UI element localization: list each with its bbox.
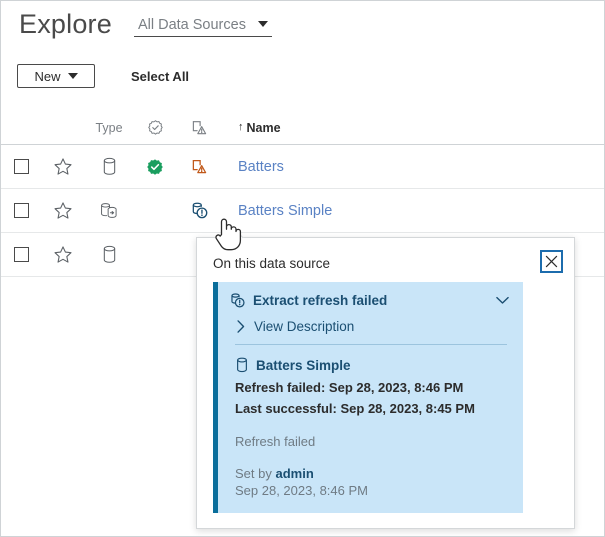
- certification-icon: [147, 119, 164, 136]
- close-icon: [545, 255, 558, 268]
- last-successful-line: Last successful: Sep 28, 2023, 8:45 PM: [218, 400, 523, 417]
- select-all-button[interactable]: Select All: [131, 69, 189, 84]
- sort-ascending-icon: ↑: [238, 122, 244, 133]
- page-header: Explore All Data Sources: [19, 7, 272, 41]
- alert-data-source-row: Batters Simple: [218, 345, 523, 373]
- extract-refresh-alert-card: Extract refresh failed View Description …: [213, 282, 523, 513]
- row-type-cell: [85, 201, 133, 220]
- table-row[interactable]: Batters: [1, 145, 605, 189]
- row-checkbox[interactable]: [14, 247, 29, 262]
- column-header-certification[interactable]: [133, 119, 177, 136]
- row-name-cell: Batters Simple: [221, 203, 605, 219]
- view-description-toggle[interactable]: View Description: [218, 309, 523, 334]
- new-button[interactable]: New: [17, 64, 95, 88]
- refresh-failed-line: Refresh failed: Sep 28, 2023, 8:46 PM: [218, 379, 523, 396]
- explore-page: Explore All Data Sources New Select All …: [0, 0, 605, 537]
- row-data-quality-cell[interactable]: [177, 158, 221, 176]
- row-favorite-cell: [41, 244, 85, 266]
- column-header-name[interactable]: ↑ Name: [221, 121, 605, 135]
- data-quality-warning-icon: [190, 119, 208, 137]
- row-checkbox-cell: [1, 203, 41, 218]
- row-favorite-cell: [41, 156, 85, 178]
- data-source-link[interactable]: Batters: [238, 159, 284, 175]
- row-type-cell: [85, 157, 133, 176]
- chevron-down-icon: [258, 21, 268, 27]
- star-outline-icon[interactable]: [52, 156, 74, 178]
- table-row[interactable]: Batters Simple: [1, 189, 605, 233]
- alert-set-by: Set by admin: [218, 465, 523, 482]
- star-outline-icon[interactable]: [52, 200, 74, 222]
- extract-refresh-failed-icon: [229, 292, 246, 309]
- row-favorite-cell: [41, 200, 85, 222]
- row-data-quality-cell[interactable]: [177, 201, 221, 220]
- data-source-link[interactable]: Batters Simple: [238, 203, 332, 219]
- toolbar: New Select All: [17, 64, 189, 88]
- data-source-filter-dropdown[interactable]: All Data Sources: [134, 17, 272, 37]
- column-header-data-quality[interactable]: [177, 119, 221, 137]
- database-icon: [101, 157, 118, 176]
- view-description-label: View Description: [254, 319, 354, 334]
- column-header-type[interactable]: Type: [85, 121, 133, 135]
- row-checkbox-cell: [1, 159, 41, 174]
- data-source-info-popup: On this data source Extract refresh fail…: [196, 237, 575, 529]
- extract-refresh-failed-icon: [190, 201, 209, 220]
- database-extract-icon: [99, 201, 119, 220]
- set-by-prefix: Set by: [235, 466, 272, 481]
- popup-title: On this data source: [213, 256, 330, 271]
- row-checkbox-cell: [1, 247, 41, 262]
- chevron-right-icon: [233, 320, 249, 333]
- data-quality-warning-icon: [190, 158, 208, 176]
- column-header-type-label: Type: [95, 121, 122, 135]
- alert-heading: Extract refresh failed: [253, 293, 496, 308]
- star-outline-icon[interactable]: [52, 244, 74, 266]
- database-icon: [235, 357, 249, 373]
- set-by-user[interactable]: admin: [275, 466, 313, 481]
- alert-data-source-name: Batters Simple: [256, 358, 351, 373]
- alert-status-text: Refresh failed: [218, 433, 523, 450]
- row-certification-cell[interactable]: [133, 158, 177, 176]
- row-checkbox[interactable]: [14, 203, 29, 218]
- alert-header[interactable]: Extract refresh failed: [218, 282, 523, 309]
- row-name-cell: Batters: [221, 159, 605, 175]
- chevron-down-icon[interactable]: [496, 296, 509, 305]
- table-header-row: Type ↑ Name: [1, 111, 605, 145]
- chevron-down-icon: [68, 73, 78, 79]
- row-checkbox[interactable]: [14, 159, 29, 174]
- page-title: Explore: [19, 7, 112, 41]
- column-header-name-label: Name: [247, 121, 281, 135]
- row-type-cell: [85, 245, 133, 264]
- data-source-filter-label: All Data Sources: [138, 17, 246, 33]
- certified-badge-icon: [146, 158, 164, 176]
- alert-set-timestamp: Sep 28, 2023, 8:46 PM: [218, 482, 523, 499]
- database-icon: [101, 245, 118, 264]
- close-button[interactable]: [540, 250, 563, 273]
- new-button-label: New: [34, 69, 60, 84]
